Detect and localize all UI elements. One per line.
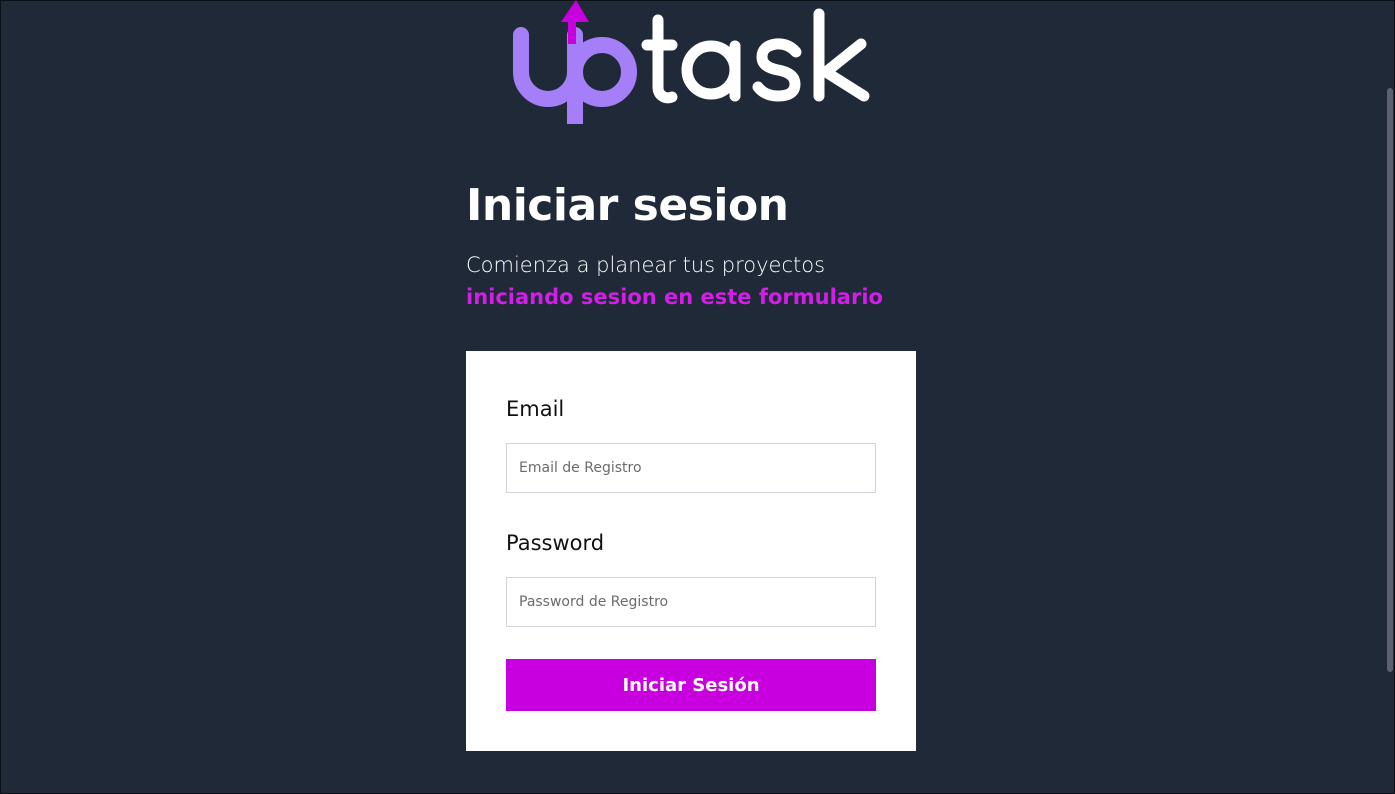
uptask-logo-graphic: [513, 0, 870, 124]
page-subtitle: Comienza a planear tus proyectos: [466, 253, 826, 277]
email-label: Email: [506, 397, 565, 421]
uptask-logo: [512, 0, 874, 130]
page-title: Iniciar sesion: [466, 180, 789, 231]
login-form: Email Password Iniciar Sesión: [466, 351, 916, 751]
login-submit-button[interactable]: Iniciar Sesión: [506, 659, 876, 711]
password-field[interactable]: [506, 577, 876, 627]
scrollbar-thumb[interactable]: [1387, 88, 1393, 672]
page-subtitle-accent: iniciando sesion en este formulario: [466, 285, 883, 309]
email-field[interactable]: [506, 443, 876, 493]
password-label: Password: [506, 531, 605, 555]
